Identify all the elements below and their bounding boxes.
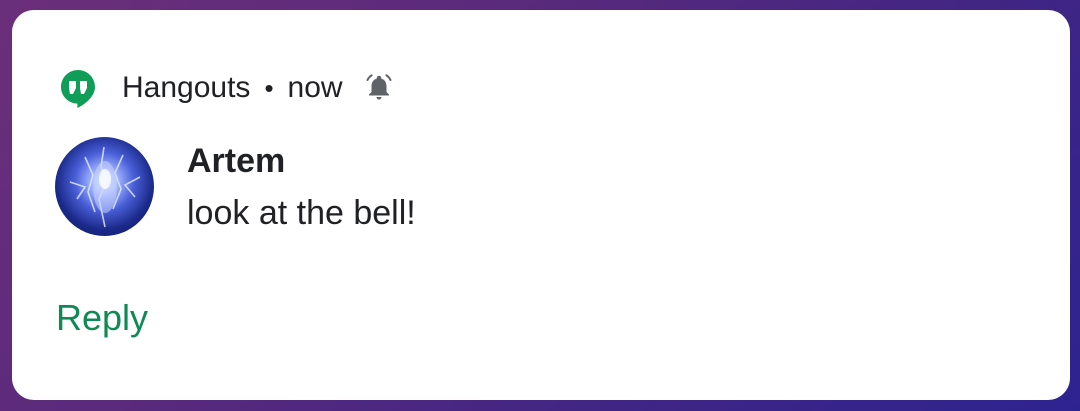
notification-header: Hangouts • now — [60, 66, 393, 110]
bell-icon — [366, 74, 392, 100]
avatar — [55, 137, 154, 236]
notification-card[interactable]: Hangouts • now Artem look at the bell! R… — [12, 10, 1070, 400]
avatar-image — [69, 146, 141, 228]
app-name: Hangouts — [122, 71, 251, 104]
reply-button[interactable]: Reply — [56, 297, 148, 339]
hangouts-icon — [61, 70, 95, 108]
sender-name: Artem — [187, 142, 286, 180]
notification-time: now — [287, 71, 343, 104]
message-text: look at the bell! — [187, 194, 416, 232]
header-separator: • — [264, 72, 274, 103]
